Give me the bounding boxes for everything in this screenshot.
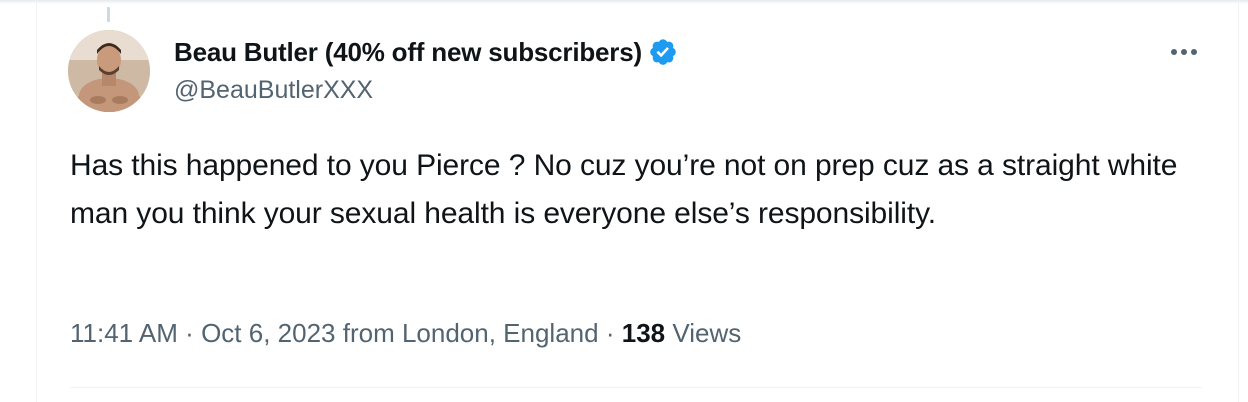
- views-label[interactable]: Views: [672, 318, 741, 348]
- avatar-image: [68, 30, 150, 112]
- meta-separator: ·: [185, 318, 194, 348]
- tweet-metadata: 11:41 AM · Oct 6, 2023 from London, Engl…: [70, 318, 741, 349]
- tweet-time[interactable]: 11:41 AM: [70, 318, 178, 348]
- meta-separator: ·: [605, 318, 615, 348]
- tweet-date[interactable]: Oct 6, 2023: [201, 318, 335, 348]
- views-count[interactable]: 138: [622, 318, 665, 348]
- author-handle[interactable]: @BeauButlerXXX: [174, 76, 373, 105]
- tweet-page: Beau Butler (40% off new subscribers) @B…: [0, 0, 1248, 402]
- author-name-row: Beau Butler (40% off new subscribers): [174, 34, 678, 70]
- author-display-name[interactable]: Beau Butler (40% off new subscribers): [174, 37, 642, 68]
- more-dots-icon: [1171, 49, 1197, 55]
- avatar[interactable]: [68, 30, 150, 112]
- more-options-button[interactable]: [1166, 40, 1202, 64]
- verified-badge-icon[interactable]: [648, 37, 678, 67]
- thread-connector-line: [107, 7, 110, 22]
- tweet-location: from London, England: [342, 318, 599, 348]
- tweet-text: Has this happened to you Pierce ? No cuz…: [70, 149, 1178, 230]
- divider: [70, 387, 1202, 388]
